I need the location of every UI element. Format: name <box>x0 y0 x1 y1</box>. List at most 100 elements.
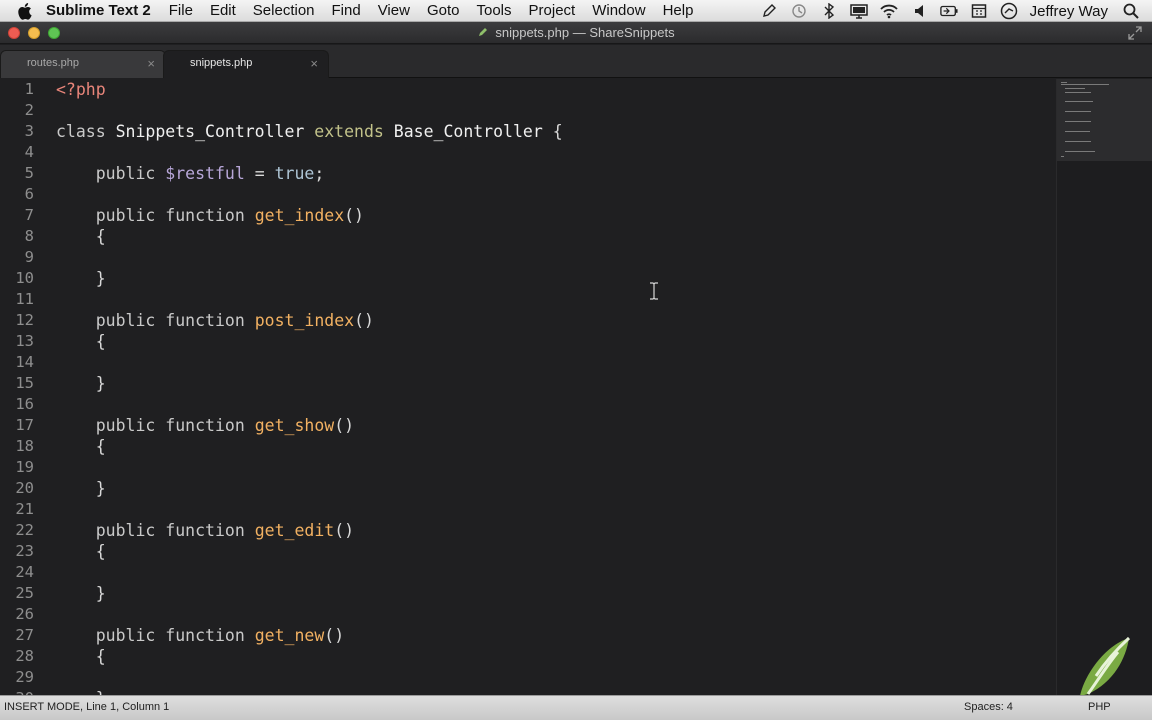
code-line[interactable] <box>56 604 563 625</box>
code-line[interactable]: } <box>56 688 563 695</box>
code-line[interactable]: } <box>56 268 563 289</box>
code-line[interactable]: { <box>56 226 563 247</box>
code-token: $restful <box>165 164 245 183</box>
code-line[interactable] <box>56 562 563 583</box>
code-token: function <box>165 521 245 540</box>
code-line[interactable] <box>56 100 563 121</box>
wifi-icon[interactable] <box>879 2 898 20</box>
user-name-menu[interactable]: Jeffrey Way <box>1030 3 1108 20</box>
code-token: true <box>274 164 315 183</box>
menu-help[interactable]: Help <box>663 2 694 19</box>
battery-icon[interactable] <box>939 2 958 20</box>
code-line[interactable]: public function get_new() <box>56 625 563 646</box>
code-area[interactable]: <?php class Snippets_Controller extends B… <box>56 79 563 695</box>
menu-edit[interactable]: Edit <box>210 2 236 19</box>
tab-snippets-php[interactable]: snippets.php × <box>163 50 329 78</box>
code-line[interactable]: { <box>56 331 563 352</box>
menu-goto[interactable]: Goto <box>427 2 460 19</box>
line-number: 28 <box>15 647 34 665</box>
code-line[interactable]: } <box>56 478 563 499</box>
code-line[interactable] <box>56 394 563 415</box>
line-number: 5 <box>24 164 34 182</box>
code-line[interactable] <box>56 142 563 163</box>
menu-project[interactable]: Project <box>529 2 576 19</box>
code-token: public <box>95 626 156 645</box>
code-line[interactable] <box>56 457 563 478</box>
code-line[interactable] <box>56 352 563 373</box>
code-line[interactable] <box>56 247 563 268</box>
code-line[interactable]: public function get_index() <box>56 205 563 226</box>
line-number: 10 <box>15 269 34 287</box>
line-number: 29 <box>15 668 34 686</box>
code-token: { <box>95 332 106 351</box>
app-name-menu[interactable]: Sublime Text 2 <box>46 2 151 19</box>
code-token: public <box>95 311 156 330</box>
code-line[interactable] <box>56 184 563 205</box>
fullscreen-icon[interactable] <box>1128 26 1142 40</box>
code-line[interactable]: } <box>56 373 563 394</box>
code-line[interactable]: { <box>56 646 563 667</box>
code-token: function <box>165 416 245 435</box>
menu-find[interactable]: Find <box>332 2 361 19</box>
code-token: } <box>95 269 106 288</box>
code-line[interactable]: public function post_index() <box>56 310 563 331</box>
tab-label: routes.php <box>27 57 79 69</box>
display-icon[interactable] <box>849 2 868 20</box>
code-token: { <box>95 542 106 561</box>
clock-icon[interactable] <box>1000 2 1018 20</box>
line-number: 1 <box>24 80 34 98</box>
code-token: Base_Controller <box>393 122 543 141</box>
code-token: { <box>95 437 106 456</box>
line-number: 15 <box>15 374 34 392</box>
code-line[interactable]: public function get_show() <box>56 415 563 436</box>
menu-tools[interactable]: Tools <box>476 2 511 19</box>
line-number: 2 <box>24 101 34 119</box>
time-machine-icon[interactable] <box>790 2 808 20</box>
minimap[interactable] <box>1056 79 1152 695</box>
line-number: 17 <box>15 416 34 434</box>
spotlight-search-icon[interactable] <box>1122 2 1140 20</box>
indentation-setting[interactable]: Spaces: 4 <box>964 701 1013 713</box>
code-line[interactable]: { <box>56 436 563 457</box>
menu-file[interactable]: File <box>169 2 193 19</box>
syntax-selector[interactable]: PHP <box>1088 701 1111 713</box>
code-line[interactable]: public function get_edit() <box>56 520 563 541</box>
menu-selection[interactable]: Selection <box>253 2 315 19</box>
code-line[interactable] <box>56 289 563 310</box>
code-line[interactable] <box>56 499 563 520</box>
code-token: get_new <box>254 626 325 645</box>
cursor-position-status: INSERT MODE, Line 1, Column 1 <box>4 701 170 713</box>
pen-icon[interactable] <box>760 2 778 20</box>
code-editor[interactable]: 1 2 3 4 5 6 7 8 9 10 11 12 13 14 15 16 17 18 19 20 21 22 23 24 2… <box>0 79 1056 695</box>
code-line[interactable]: public $restful = true; <box>56 163 563 184</box>
tab-routes-php[interactable]: routes.php × <box>0 50 166 78</box>
close-tab-icon[interactable]: × <box>310 56 318 71</box>
bluetooth-icon[interactable] <box>820 2 838 20</box>
code-line[interactable]: { <box>56 541 563 562</box>
line-number: 4 <box>24 143 34 161</box>
calendar-icon[interactable] <box>970 2 988 20</box>
close-tab-icon[interactable]: × <box>147 56 155 71</box>
code-line[interactable] <box>56 667 563 688</box>
code-line[interactable]: } <box>56 583 563 604</box>
menu-window[interactable]: Window <box>592 2 645 19</box>
line-number: 3 <box>24 122 34 140</box>
code-line[interactable]: <?php <box>56 79 563 100</box>
volume-icon[interactable] <box>910 2 928 20</box>
menu-view[interactable]: View <box>378 2 410 19</box>
code-line[interactable]: class Snippets_Controller extends Base_C… <box>56 121 563 142</box>
line-number: 26 <box>15 605 34 623</box>
apple-menu-icon[interactable] <box>18 2 36 20</box>
